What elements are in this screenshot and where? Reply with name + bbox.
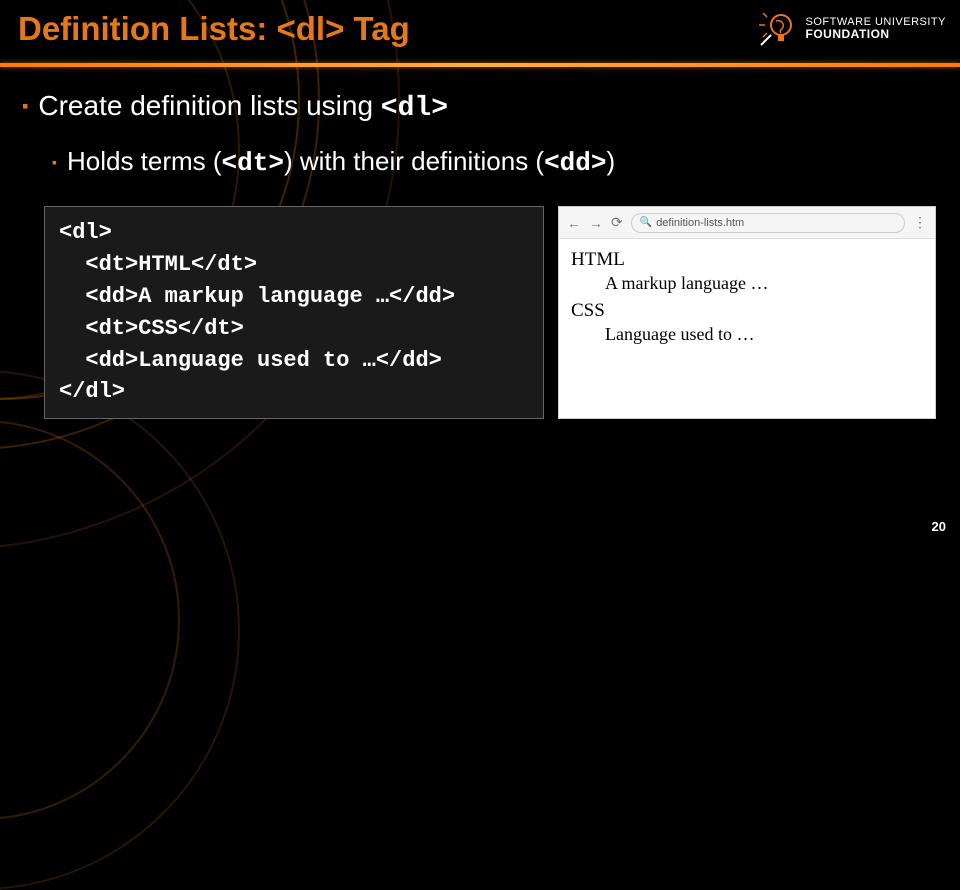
preview-dd2: Language used to … [605, 324, 923, 345]
bullet1-text: Create definition lists using [38, 90, 380, 121]
divider-bar [0, 63, 960, 67]
reload-icon[interactable]: ⟳ [611, 214, 623, 231]
browser-body: HTML A markup language … CSS Language us… [559, 239, 935, 369]
browser-toolbar: ← → ⟳ 🔍 definition-lists.htm ⋮ [559, 207, 935, 239]
preview-dt2: CSS [571, 300, 923, 322]
address-bar[interactable]: 🔍 definition-lists.htm [631, 213, 905, 233]
search-icon: 🔍 [640, 217, 652, 228]
page-number: 20 [932, 519, 946, 534]
bullet2-post: ) [607, 146, 616, 176]
bullet2-code2: <dd> [544, 148, 606, 178]
preview-dt1: HTML [571, 249, 923, 271]
bullet2-mid: ) with their definitions ( [284, 146, 544, 176]
slide-title: Definition Lists: <dl> Tag [18, 10, 410, 48]
bullet-level1: ▪ Create definition lists using <dl> [22, 90, 938, 124]
menu-icon[interactable]: ⋮ [913, 214, 927, 231]
bullet2-pre: Holds terms ( [67, 146, 222, 176]
browser-preview: ← → ⟳ 🔍 definition-lists.htm ⋮ HTML A ma… [558, 206, 936, 419]
preview-dd1: A markup language … [605, 273, 923, 294]
forward-icon[interactable]: → [589, 215, 603, 231]
address-text: definition-lists.htm [656, 217, 744, 229]
logo: SOFTWARE UNIVERSITY FOUNDATION [752, 6, 947, 52]
logo-line2: FOUNDATION [806, 28, 947, 41]
bullet-icon: ▪ [22, 96, 28, 117]
bullet1-code: <dl> [381, 93, 448, 124]
bullet2-code1: <dt> [222, 148, 284, 178]
bullet-icon: ▪ [52, 154, 57, 170]
code-block: <dl> <dt>HTML</dt> <dd>A markup language… [44, 206, 544, 419]
bullet-level2: ▪ Holds terms (<dt>) with their definiti… [52, 146, 938, 178]
back-icon[interactable]: ← [567, 215, 581, 231]
lightbulb-icon [752, 6, 798, 52]
logo-text: SOFTWARE UNIVERSITY FOUNDATION [806, 16, 947, 41]
